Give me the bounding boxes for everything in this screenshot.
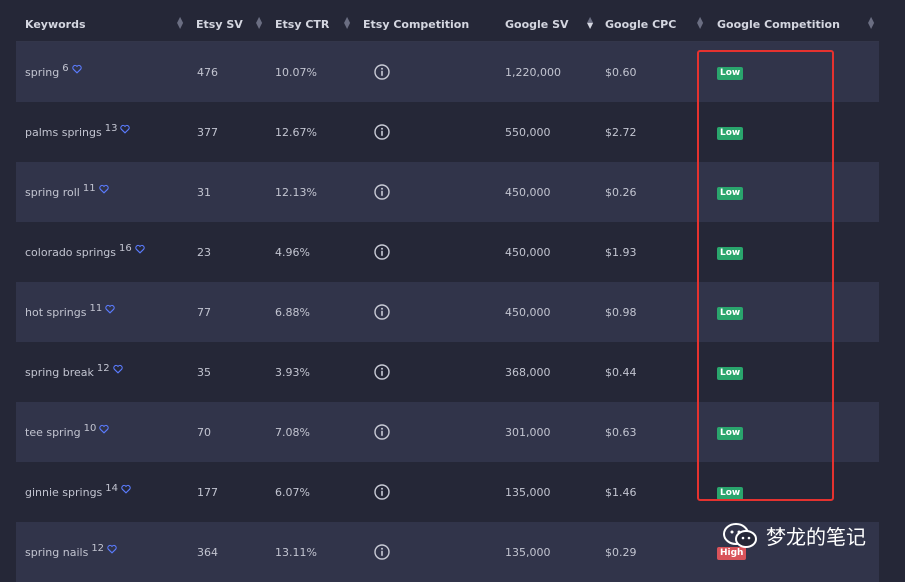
- google-sv-cell: 1,220,000: [505, 65, 561, 79]
- keyword-text[interactable]: colorado springs: [25, 246, 116, 259]
- sort-icon[interactable]: ▲ ▼: [256, 16, 262, 30]
- column-header-etsy-competition[interactable]: Etsy Competition: [363, 18, 469, 31]
- google-cpc-cell: $0.63: [605, 425, 637, 439]
- column-header-google-competition[interactable]: Google Competition: [717, 18, 840, 31]
- keyword-text[interactable]: spring break: [25, 366, 94, 379]
- sort-icon[interactable]: ▲ ▼: [868, 16, 874, 30]
- keyword-text[interactable]: hot springs: [25, 306, 87, 319]
- etsy-sv-cell: 476: [197, 65, 218, 79]
- google-cpc-cell: $0.60: [605, 65, 637, 79]
- heart-icon[interactable]: [110, 364, 123, 377]
- etsy-ctr-cell: 6.07%: [275, 485, 310, 499]
- etsy-sv-cell: 31: [197, 185, 211, 199]
- info-icon[interactable]: [374, 462, 390, 522]
- keyword-text[interactable]: palms springs: [25, 126, 102, 139]
- google-sv-cell: 368,000: [505, 365, 551, 379]
- etsy-sv-cell: 77: [197, 305, 211, 319]
- keyword-count: 12: [96, 362, 110, 374]
- google-sv-cell: 550,000: [505, 125, 551, 139]
- google-cpc-cell: $1.93: [605, 245, 637, 259]
- keyword-text[interactable]: spring: [25, 66, 59, 79]
- google-sv-cell: 135,000: [505, 485, 551, 499]
- column-header-etsy-sv[interactable]: Etsy SV: [196, 18, 243, 31]
- heart-icon[interactable]: [118, 484, 131, 497]
- keyword-cell[interactable]: ginnie springs 14: [25, 462, 131, 522]
- keyword-cell[interactable]: colorado springs 16: [25, 222, 145, 282]
- google-sv-cell: 450,000: [505, 245, 551, 259]
- column-header-google-cpc[interactable]: Google CPC: [605, 18, 676, 31]
- table-header: Keywords ▲ ▼ Etsy SV ▲ ▼ Etsy CTR ▲ ▼ Etsy …: [16, 8, 879, 42]
- google-cpc-cell: $1.46: [605, 485, 637, 499]
- info-icon[interactable]: [374, 162, 390, 222]
- heart-icon[interactable]: [132, 244, 145, 257]
- wechat-icon: [723, 522, 757, 548]
- etsy-ctr-cell: 3.93%: [275, 365, 310, 379]
- keyword-count: 16: [119, 242, 132, 254]
- etsy-ctr-cell: 7.08%: [275, 425, 310, 439]
- keyword-cell[interactable]: hot springs 11: [25, 282, 115, 342]
- keyword-count: 11: [82, 182, 96, 194]
- keyword-cell[interactable]: palms springs 13: [25, 102, 131, 162]
- sort-icon[interactable]: ▲ ▼: [697, 16, 703, 30]
- info-icon[interactable]: [374, 42, 390, 102]
- sort-icon[interactable]: ▲ ▼: [344, 16, 350, 30]
- heart-icon[interactable]: [102, 304, 115, 317]
- info-icon[interactable]: [374, 342, 390, 402]
- keyword-count: 13: [104, 122, 118, 134]
- heart-icon[interactable]: [117, 124, 131, 137]
- keyword-cell[interactable]: spring roll 11: [25, 162, 109, 222]
- keyword-cell[interactable]: spring nails 12: [25, 522, 117, 582]
- watermark: 梦龙的笔记: [722, 521, 866, 550]
- keyword-text[interactable]: tee spring: [25, 426, 81, 439]
- info-icon[interactable]: [374, 402, 390, 462]
- heart-icon[interactable]: [69, 64, 82, 77]
- google-sv-cell: 450,000: [505, 305, 551, 319]
- heart-icon[interactable]: [104, 544, 117, 557]
- google-cpc-cell: $0.44: [605, 365, 637, 379]
- google-cpc-cell: $0.29: [605, 545, 637, 559]
- column-header-etsy-ctr[interactable]: Etsy CTR: [275, 18, 329, 31]
- etsy-ctr-cell: 6.88%: [275, 305, 310, 319]
- etsy-ctr-cell: 12.13%: [275, 185, 317, 199]
- etsy-sv-cell: 177: [197, 485, 218, 499]
- etsy-ctr-cell: 13.11%: [275, 545, 317, 559]
- keyword-text[interactable]: ginnie springs: [25, 486, 102, 499]
- etsy-sv-cell: 23: [197, 245, 211, 259]
- google-cpc-cell: $0.98: [605, 305, 637, 319]
- keyword-count: 10: [83, 422, 97, 434]
- keyword-text[interactable]: spring nails: [25, 546, 88, 559]
- etsy-sv-cell: 35: [197, 365, 211, 379]
- heart-icon[interactable]: [96, 424, 110, 437]
- column-header-keywords[interactable]: Keywords: [25, 18, 86, 31]
- keyword-cell[interactable]: spring break 12: [25, 342, 123, 402]
- etsy-sv-cell: 70: [197, 425, 211, 439]
- keyword-count: 6: [62, 62, 69, 74]
- google-cpc-cell: $0.26: [605, 185, 637, 199]
- column-header-google-sv[interactable]: Google SV: [505, 18, 569, 31]
- info-icon[interactable]: [374, 222, 390, 282]
- keyword-text[interactable]: spring roll: [25, 186, 80, 199]
- google-sv-cell: 301,000: [505, 425, 551, 439]
- keyword-cell[interactable]: spring 6: [25, 42, 82, 102]
- etsy-sv-cell: 364: [197, 545, 218, 559]
- keyword-count: 11: [89, 302, 103, 314]
- sort-icon[interactable]: ▲ ▼: [177, 16, 183, 30]
- google-sv-cell: 135,000: [505, 545, 551, 559]
- etsy-ctr-cell: 4.96%: [275, 245, 310, 259]
- info-icon[interactable]: [374, 522, 390, 582]
- info-icon[interactable]: [374, 282, 390, 342]
- heart-icon[interactable]: [96, 184, 109, 197]
- etsy-ctr-cell: 12.67%: [275, 125, 317, 139]
- sort-icon[interactable]: ▲ ▼: [587, 16, 593, 30]
- etsy-ctr-cell: 10.07%: [275, 65, 317, 79]
- highlight-box: [697, 50, 834, 501]
- google-sv-cell: 450,000: [505, 185, 551, 199]
- keyword-count: 12: [91, 542, 105, 554]
- watermark-text: 梦龙的笔记: [766, 525, 866, 549]
- google-cpc-cell: $2.72: [605, 125, 637, 139]
- keyword-cell[interactable]: tee spring 10: [25, 402, 110, 462]
- etsy-sv-cell: 377: [197, 125, 218, 139]
- keyword-count: 14: [105, 482, 119, 494]
- info-icon[interactable]: [374, 102, 390, 162]
